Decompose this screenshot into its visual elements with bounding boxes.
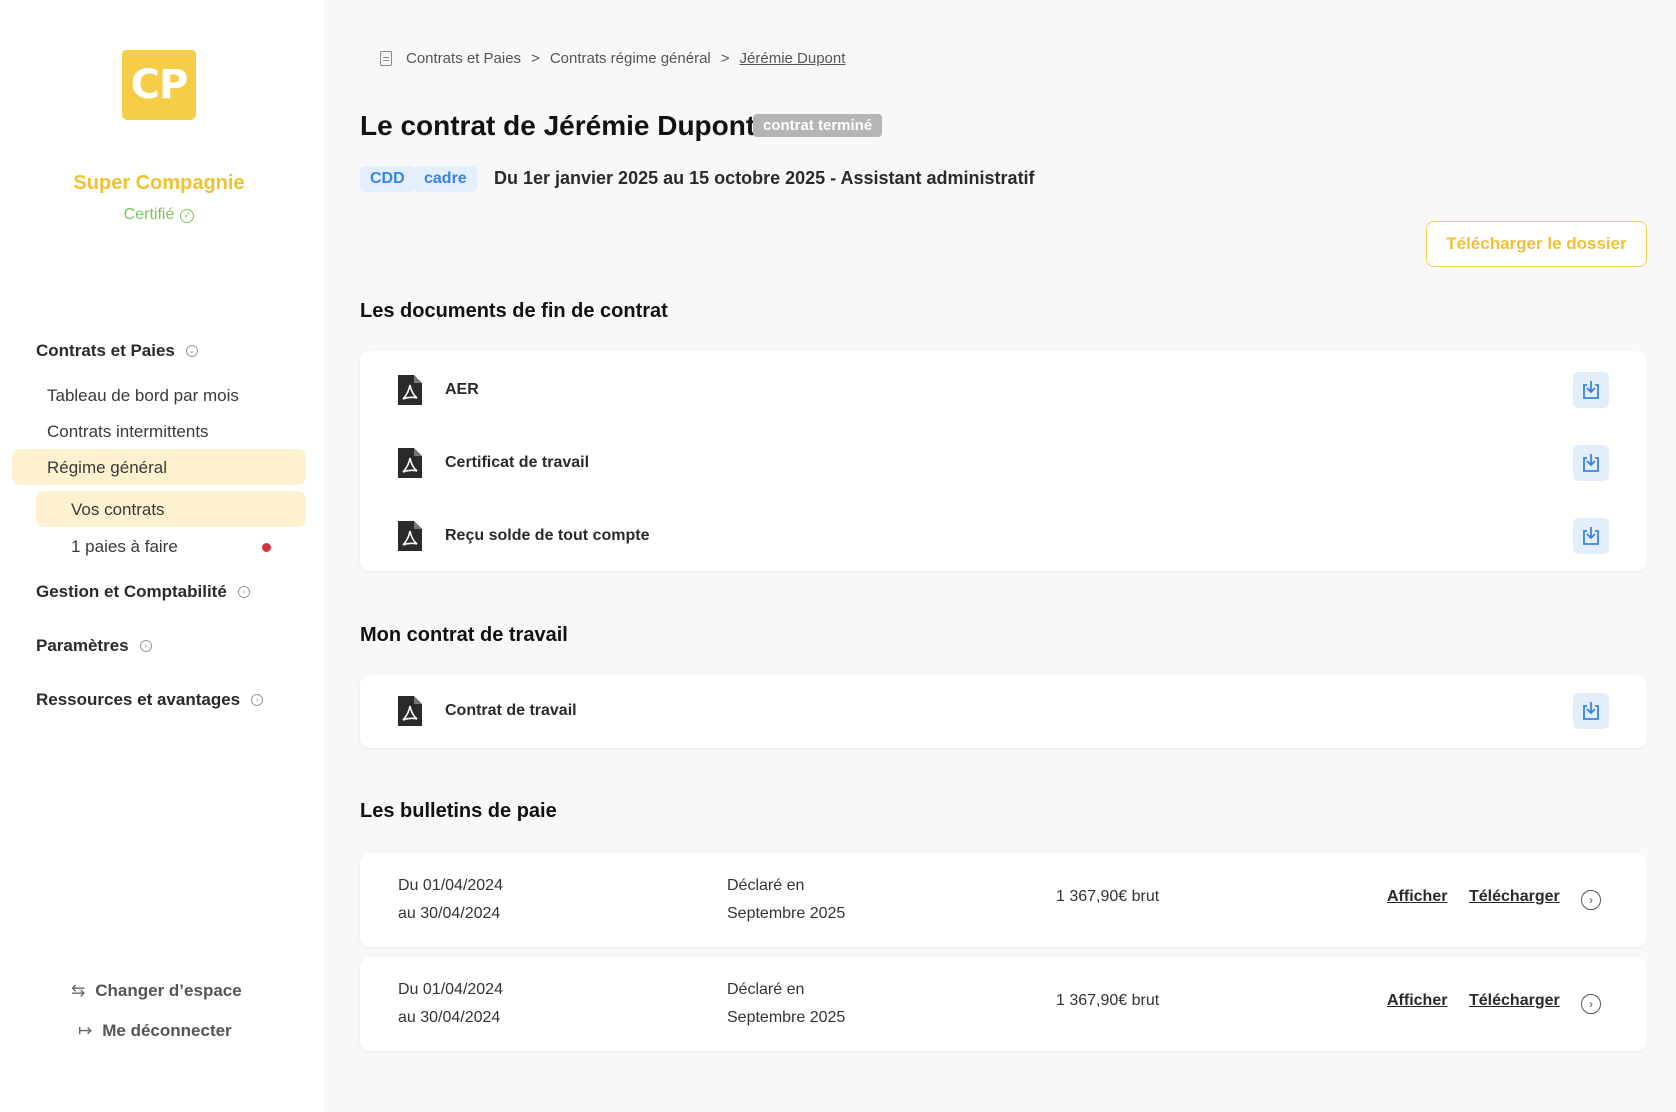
notification-dot <box>262 543 271 552</box>
document-row: Reçu solde de tout compte <box>360 501 1647 571</box>
payslip-amount: 1 367,90€ brut <box>1056 992 1160 1009</box>
download-button[interactable] <box>1573 445 1609 481</box>
pdf-file-icon <box>398 375 422 405</box>
document-name: AER <box>445 381 479 398</box>
download-icon <box>1583 454 1599 472</box>
download-payslip-link[interactable]: Télécharger <box>1469 888 1560 906</box>
sidebar: CP Super Compagnie Certifié ✓ Contrats et… <box>0 0 324 1112</box>
sidebar-item-regime-general-label: Régime général <box>47 458 168 477</box>
contract-type-tag: CDD <box>360 166 415 192</box>
company-logo: CP <box>122 50 196 120</box>
document-name: Certificat de travail <box>445 454 590 471</box>
sidebar-subitem-vos-contrats-label: Vos contrats <box>71 500 165 519</box>
payslip-period-from: Du 01/04/2024 <box>398 877 503 894</box>
payslip-declared-month: Septembre 2025 <box>727 1009 846 1026</box>
sidebar-item-contrats-intermittents[interactable]: Contrats intermittents <box>47 422 209 442</box>
pdf-file-icon <box>398 696 422 726</box>
payslip-period: Du 01/04/2024 au 30/04/2024 <box>398 976 503 1032</box>
breadcrumb-current[interactable]: Jérémie Dupont <box>740 50 846 67</box>
contract-summary: Du 1er janvier 2025 au 15 octobre 2025 -… <box>494 168 1035 188</box>
document-name: Contrat de travail <box>445 702 577 719</box>
nav-section-parametres[interactable]: Paramètres › <box>36 636 152 656</box>
download-button[interactable] <box>1573 518 1609 554</box>
download-folder-button[interactable]: Télécharger le dossier <box>1426 221 1647 267</box>
page-title: Le contrat de Jérémie Dupont <box>360 110 756 141</box>
document-name: Reçu solde de tout compte <box>445 527 650 544</box>
document-row: Contrat de travail <box>360 676 1647 746</box>
payslip-period: Du 01/04/2024 au 30/04/2024 <box>398 872 503 928</box>
certified-status: Certifié ✓ <box>0 206 318 224</box>
logout-link[interactable]: ↦ Me déconnecter <box>78 1021 232 1041</box>
certified-label: Certifié <box>123 206 175 223</box>
nav-section-label: Contrats et Paies <box>36 341 175 360</box>
document-row: AER <box>360 355 1647 425</box>
chevron-right-circle-icon[interactable]: › <box>1581 994 1601 1014</box>
sidebar-subitem-paies-a-faire[interactable]: 1 paies à faire <box>71 537 178 557</box>
nav-section-label: Ressources et avantages <box>36 690 241 709</box>
payslip-declared: Déclaré en Septembre 2025 <box>727 872 845 928</box>
chevron-right-circle-icon[interactable]: › <box>1581 890 1601 910</box>
payslip-row: Du 01/04/2024 au 30/04/2024 Déclaré en S… <box>360 957 1647 1051</box>
sidebar-item-tableau-de-bord[interactable]: Tableau de bord par mois <box>47 386 239 406</box>
download-icon <box>1583 702 1599 720</box>
nav-section-label: Paramètres <box>36 636 129 655</box>
payslip-row: Du 01/04/2024 au 30/04/2024 Déclaré en S… <box>360 853 1647 947</box>
contract-category-tag: cadre <box>414 166 477 192</box>
chevron-right-icon: › <box>139 640 152 652</box>
breadcrumb: Contrats et Paies > Contrats régime géné… <box>380 50 845 67</box>
breadcrumb-separator: > <box>720 50 730 67</box>
chevron-right-icon: › <box>237 586 250 598</box>
check-circle-icon: ✓ <box>180 209 195 223</box>
logout-icon: ↦ <box>78 1021 93 1040</box>
end-documents-card: AER Certificat de travail Reçu solde de … <box>360 351 1647 571</box>
nav-section-ressources[interactable]: Ressources et avantages › <box>36 690 264 710</box>
contract-card: Contrat de travail <box>360 675 1647 748</box>
payslip-period-from: Du 01/04/2024 <box>398 981 503 998</box>
document-row: Certificat de travail <box>360 428 1647 498</box>
nav-section-contrats-paies[interactable]: Contrats et Paies ⌄ <box>36 341 198 361</box>
end-documents-title: Les documents de fin de contrat <box>360 300 668 322</box>
company-name: Super Compagnie <box>73 172 245 194</box>
document-icon <box>380 51 392 66</box>
download-icon <box>1583 527 1599 545</box>
swap-arrows-icon: ⇆ <box>71 981 86 1000</box>
change-space-label: Changer d’espace <box>95 981 242 1000</box>
logout-label: Me déconnecter <box>102 1021 232 1040</box>
breadcrumb-item[interactable]: Contrats et Paies <box>406 50 521 67</box>
download-button[interactable] <box>1573 693 1609 729</box>
chevron-right-icon: › <box>251 694 264 706</box>
logo-text: CP <box>130 62 189 108</box>
payslips-title: Les bulletins de paie <box>360 800 557 822</box>
breadcrumb-item[interactable]: Contrats régime général <box>550 50 711 67</box>
payslip-declared-label: Déclaré en <box>727 877 805 894</box>
view-payslip-link[interactable]: Afficher <box>1387 888 1447 906</box>
contract-section-title: Mon contrat de travail <box>360 624 568 646</box>
download-payslip-link[interactable]: Télécharger <box>1469 992 1560 1010</box>
payslip-declared-label: Déclaré en <box>727 981 805 998</box>
pdf-file-icon <box>398 448 422 478</box>
payslip-amount: 1 367,90€ brut <box>1056 888 1160 905</box>
chevron-down-icon: ⌄ <box>185 345 198 357</box>
nav-section-gestion-comptabilite[interactable]: Gestion et Comptabilité › <box>36 582 250 602</box>
download-button[interactable] <box>1573 372 1609 408</box>
change-space-link[interactable]: ⇆ Changer d’espace <box>71 981 242 1001</box>
payslip-period-to: au 30/04/2024 <box>398 1009 501 1026</box>
pdf-file-icon <box>398 521 422 551</box>
payslip-period-to: au 30/04/2024 <box>398 905 501 922</box>
download-icon <box>1583 381 1599 399</box>
payslip-declared-month: Septembre 2025 <box>727 905 846 922</box>
payslip-declared: Déclaré en Septembre 2025 <box>727 976 845 1032</box>
breadcrumb-separator: > <box>531 50 540 67</box>
nav-section-label: Gestion et Comptabilité <box>36 582 227 601</box>
view-payslip-link[interactable]: Afficher <box>1387 992 1447 1010</box>
status-badge: contrat terminé <box>753 114 883 137</box>
